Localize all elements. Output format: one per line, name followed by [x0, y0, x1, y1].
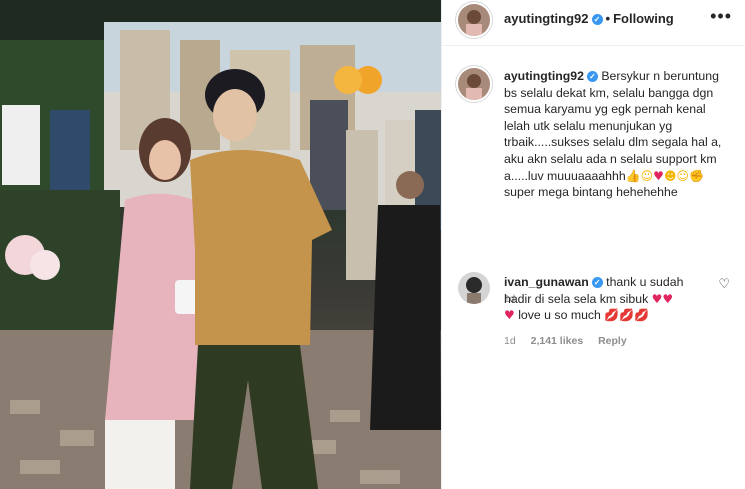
- verified-badge-icon: ✓: [591, 14, 603, 25]
- red-heart-icon: ♥: [662, 291, 674, 306]
- caption-author-avatar[interactable]: [458, 68, 490, 100]
- comment-likes[interactable]: 2,141 likes: [531, 335, 584, 347]
- caption-text-block: ayutingting92 ✓ Bersykur n beruntung bs s…: [504, 68, 732, 201]
- photo-illustration: [0, 0, 441, 489]
- author-avatar[interactable]: [458, 4, 490, 36]
- post-sidebar: ayutingting92 ✓ • Following ••• ayutingting…: [441, 0, 745, 489]
- red-heart-icon: ♥: [651, 291, 663, 306]
- commenter-avatar[interactable]: [458, 272, 490, 304]
- comment-username[interactable]: ivan_gunawan: [504, 275, 589, 289]
- like-comment-heart-icon[interactable]: ♡: [718, 276, 730, 292]
- caption-username[interactable]: ayutingting92: [504, 69, 584, 83]
- comment-text-block: ivan_gunawan ✓ thank u sudah hadir di sel…: [504, 274, 704, 324]
- caption-text-after: super mega bintang hehehehhe: [504, 185, 678, 200]
- kiss-lips-icon: 💋: [604, 308, 620, 323]
- hand-icon: 👍: [625, 168, 641, 183]
- heart-eyes-icon: ☻: [663, 168, 677, 183]
- red-heart-icon: ♥: [653, 168, 664, 183]
- verified-badge-icon: ✓: [591, 277, 603, 288]
- header-username-row: ayutingting92 ✓ • Following: [504, 11, 674, 26]
- red-heart-icon: ♥: [504, 308, 515, 323]
- muscle-icon: ✊: [688, 168, 704, 183]
- instagram-post: ayutingting92 ✓ • Following ••• ayutingting…: [0, 0, 745, 489]
- more-options-icon[interactable]: •••: [710, 6, 732, 27]
- kiss-lips-icon: 💋: [634, 308, 650, 323]
- post-header: ayutingting92 ✓ • Following •••: [442, 0, 745, 46]
- kiss-lips-icon: 💋: [619, 308, 635, 323]
- smiling-hearts-icon: ☺: [676, 168, 689, 183]
- comment-time[interactable]: 1d: [504, 335, 516, 347]
- verified-badge-icon: ✓: [586, 71, 598, 82]
- post-photo[interactable]: [0, 0, 441, 489]
- comment-text-part2: love u so much: [518, 308, 601, 323]
- author-username[interactable]: ayutingting92: [504, 11, 589, 26]
- separator-dot: •: [605, 11, 611, 26]
- following-button[interactable]: Following: [613, 11, 674, 26]
- caption-text: Bersykur n beruntung bs selalu dekat km,…: [504, 69, 722, 183]
- comment-meta: 1d 2,141 likes Reply: [504, 335, 639, 347]
- hugging-face-icon: ☺: [640, 168, 654, 183]
- reply-button[interactable]: Reply: [598, 335, 627, 347]
